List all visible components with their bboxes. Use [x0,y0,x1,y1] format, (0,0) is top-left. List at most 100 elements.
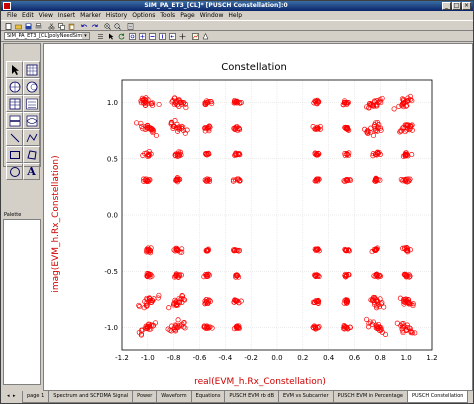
zoom-x-icon [149,32,156,40]
paste-button[interactable] [67,22,76,30]
tab-page-1[interactable]: page 1 [22,391,50,403]
zoom-x-button[interactable] [148,32,157,40]
print-icon [35,22,42,28]
palette-eye-diagram[interactable] [23,112,40,129]
constellation-point [153,132,159,139]
palette-circle-tool[interactable] [6,163,23,180]
tab-next-icon[interactable]: ▸ [13,391,18,403]
polygon-icon [26,149,37,160]
tab-evm-vs-subcarrier[interactable]: EVM vs Subcarrier [278,391,334,403]
print-button[interactable] [34,22,43,30]
menu-page[interactable]: Page [180,11,195,20]
arrow-tool-button[interactable] [107,32,116,40]
undo-icon [81,23,88,27]
magnifier-minus-icon [114,22,121,30]
palette-items-panel [3,219,41,385]
x-tick-label: 1.0 [401,354,412,362]
save-button[interactable] [24,22,33,30]
y-tick-label: -0.5 [104,268,118,276]
undo-button[interactable] [80,22,89,30]
palette-polygon-tool[interactable] [23,146,40,163]
constellation-point [364,316,370,322]
minimize-button[interactable]: _ [442,2,451,10]
x-tick-label: 0.8 [375,354,386,362]
close-button[interactable]: × [462,2,471,10]
cut-button[interactable] [47,22,56,30]
menu-bar: File Edit View Insert Marker History Opt… [1,11,473,20]
tab-waveform[interactable]: Waveform [156,391,192,403]
pan-button[interactable] [178,32,187,40]
folder-icon [15,24,22,29]
line-icon [10,133,19,142]
constellation-point [409,98,415,104]
menu-help[interactable]: Help [228,11,242,20]
menu-insert[interactable]: Insert [58,11,75,20]
dataset-list-button[interactable] [96,32,105,40]
rectangular-plot-icon [26,64,37,75]
title-bar[interactable]: SIM_PA_ET3_[CL]* [PUSCH Constellation]:0… [1,1,473,11]
x-tick-label: 0.2 [297,354,308,362]
menu-history[interactable]: History [106,11,127,20]
palette-list-table[interactable] [6,95,23,112]
page-tabs: ◂ ▸ page 1 Spectrum and SCFDMA Signal Po… [1,391,473,403]
tab-pusch-constellation[interactable]: PUSCH Constellation [407,391,469,403]
copy-icon [58,22,65,30]
constellation-point [175,317,181,323]
menu-view[interactable]: View [39,11,53,20]
redo-icon [91,23,98,27]
tab-pusch-evm-percentage[interactable]: PUSCH EVM in Percentage [332,391,408,403]
y-tick-label: -1.0 [104,324,118,332]
data-display-icon [192,32,199,40]
palette-pointer-tool[interactable] [6,61,23,78]
zoom-previous-button[interactable] [168,32,177,40]
zoom-area-button[interactable] [128,32,137,40]
tab-equations[interactable]: Equations [190,391,226,403]
tab-pusch-evm-db[interactable]: PUSCH EVM rb dB [224,391,280,403]
window-title: SIM_PA_ET3_[CL]* [PUSCH Constellation]:0 [144,2,288,9]
palette-stacked-plot[interactable] [6,112,23,129]
palette-polyline-tool[interactable] [23,129,40,146]
menu-marker[interactable]: Marker [80,11,101,20]
refresh-icon [118,32,125,39]
copy-button[interactable] [57,22,66,30]
tab-prev-icon[interactable]: ◂ [7,391,12,403]
maximize-button[interactable]: □ [452,2,461,10]
new-file-button[interactable] [4,22,13,30]
marker-button[interactable] [201,32,210,40]
menu-edit[interactable]: Edit [22,11,34,20]
dataset-select[interactable]: SIM_PA_ET3_[CL]polyNeedSim ▾ [4,32,90,40]
circle-icon [9,166,20,177]
palette-rectangle-tool[interactable] [6,146,23,163]
y-axis-ticks: 1.0 0.5 0.0 -0.5 -1.0 [104,99,118,332]
plot-canvas[interactable]: Constellation -1.2 -1.0 -0.8 -0.6 -0.4 -0.2 0.… [43,43,473,391]
page-setup-button[interactable] [126,22,135,30]
constellation-point [396,103,402,109]
open-file-button[interactable] [14,22,23,30]
palette-rectangular-plot[interactable] [23,61,40,78]
menu-options[interactable]: Options [132,11,155,20]
zoom-fit-button[interactable] [138,32,147,40]
main-toolbar [1,20,473,31]
menu-tools[interactable]: Tools [160,11,175,20]
palette-numeric-table[interactable] [23,95,40,112]
zoom-in-button[interactable] [103,22,112,30]
palette-text-tool[interactable]: A [23,163,40,180]
smith-chart-icon [26,81,37,92]
chart-grid [121,80,433,350]
polar-plot-icon [9,81,20,92]
menu-file[interactable]: File [7,11,17,20]
zoom-out-button[interactable] [113,22,122,30]
palette-smith-chart[interactable] [23,78,40,95]
tab-spectrum-scfdma[interactable]: Spectrum and SCFDMA Signal [48,391,134,403]
redo-button[interactable] [90,22,99,30]
data-display-button[interactable] [191,32,200,40]
menu-window[interactable]: Window [200,11,224,20]
palette-polar-plot[interactable] [6,78,23,95]
palette-line-tool[interactable] [6,129,23,146]
zoom-y-button[interactable] [158,32,167,40]
scissors-icon [48,22,55,29]
constellation-point [166,305,172,311]
tab-power[interactable]: Power [132,391,158,403]
redraw-button[interactable] [117,32,126,40]
application-window: SIM_PA_ET3_[CL]* [PUSCH Constellation]:0… [0,0,474,404]
